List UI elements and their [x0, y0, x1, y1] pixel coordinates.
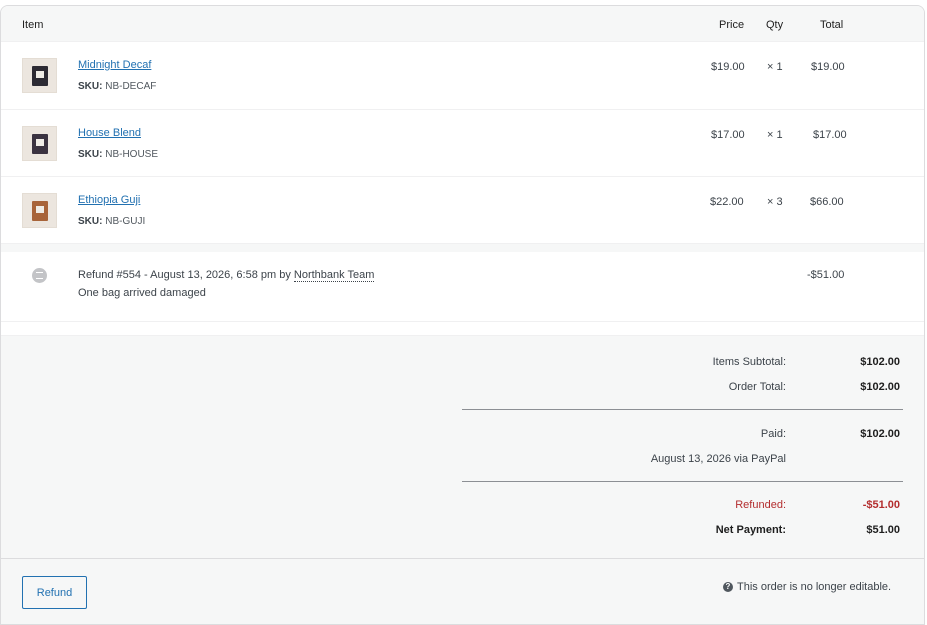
- item-price: $19.00: [711, 61, 745, 73]
- refunded-value: -$51.00: [862, 499, 900, 511]
- divider: [462, 409, 903, 410]
- product-sku: SKU: NB-GUJI: [78, 216, 146, 227]
- paid-note: August 13, 2026 via PayPal: [650, 453, 786, 465]
- items-subtotal-label: Items Subtotal:: [712, 356, 786, 368]
- product-thumbnail[interactable]: [22, 193, 57, 228]
- refund-button[interactable]: Refund: [22, 576, 87, 609]
- coffee-bag-icon: [31, 200, 48, 221]
- item-price: $17.00: [711, 129, 745, 141]
- item-qty: × 3: [767, 196, 783, 208]
- product-link[interactable]: Ethiopia Guji: [78, 194, 140, 206]
- item-total: $17.00: [813, 129, 847, 141]
- refund-reason: One bag arrived damaged: [78, 287, 206, 299]
- column-header-price: Price: [719, 19, 745, 31]
- refunded-label: Refunded:: [735, 499, 786, 511]
- items-table-header: Item Price Qty Total: [1, 6, 924, 42]
- column-header-qty: Qty: [766, 19, 784, 31]
- refund-row: Refund #554 - August 13, 2026, 6:58 pm b…: [1, 252, 924, 322]
- item-qty: × 1: [767, 129, 783, 141]
- paid-label: Paid:: [760, 428, 786, 440]
- net-payment-label: Net Payment:: [715, 524, 786, 536]
- product-link[interactable]: Midnight Decaf: [78, 59, 151, 71]
- paid-value: $102.00: [860, 428, 900, 440]
- order-items-panel: Item Price Qty Total Midnight Decaf SKU:…: [0, 5, 925, 625]
- item-total: $66.00: [810, 196, 844, 208]
- order-actions-footer: Refund ? This order is no longer editabl…: [1, 558, 924, 624]
- product-thumbnail[interactable]: [22, 58, 57, 93]
- item-qty: × 1: [767, 61, 783, 73]
- spacer: [1, 322, 924, 336]
- refund-icon: [32, 268, 47, 283]
- items-subtotal-value: $102.00: [860, 356, 900, 368]
- coffee-bag-icon: [31, 65, 48, 86]
- refund-amount: -$51.00: [807, 269, 845, 281]
- item-price: $22.00: [710, 196, 744, 208]
- line-item-row: Ethiopia Guji SKU: NB-GUJI $22.00 × 3 $6…: [1, 177, 924, 244]
- refund-author: Northbank Team: [293, 269, 375, 282]
- not-editable-note: This order is no longer editable.: [737, 581, 892, 593]
- divider: [462, 481, 903, 482]
- net-payment-value: $51.00: [866, 524, 900, 536]
- order-total-label: Order Total:: [728, 381, 786, 393]
- product-link[interactable]: House Blend: [78, 127, 141, 139]
- product-sku: SKU: NB-DECAF: [78, 81, 157, 92]
- line-item-row: House Blend SKU: NB-HOUSE $17.00 × 1 $17…: [1, 110, 924, 177]
- line-item-row: Midnight Decaf SKU: NB-DECAF $19.00 × 1 …: [1, 42, 924, 110]
- column-header-total: Total: [820, 19, 844, 31]
- column-header-item: Item: [22, 19, 44, 31]
- product-sku: SKU: NB-HOUSE: [78, 149, 159, 160]
- product-thumbnail[interactable]: [22, 126, 57, 161]
- item-total: $19.00: [811, 61, 845, 73]
- order-total-value: $102.00: [860, 381, 900, 393]
- coffee-bag-icon: [31, 133, 48, 154]
- refund-description: Refund #554 - August 13, 2026, 6:58 pm b…: [78, 269, 375, 282]
- help-icon: ?: [723, 582, 733, 592]
